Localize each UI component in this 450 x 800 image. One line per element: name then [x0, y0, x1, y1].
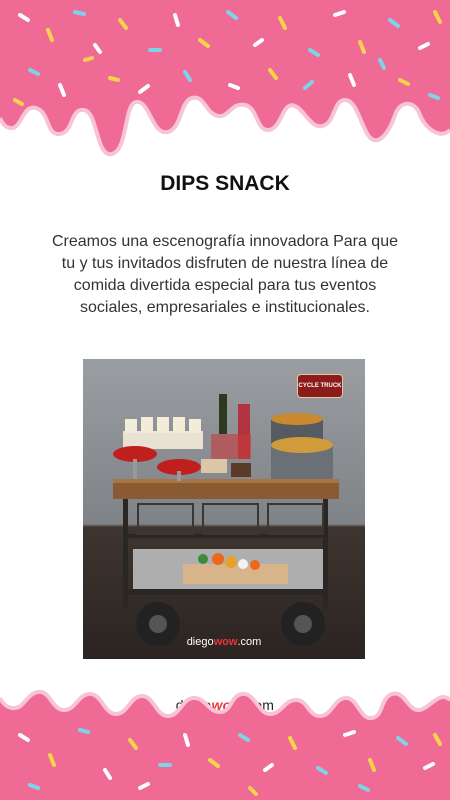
snack-cart-photo: CYCLE TRUCK diegowow.com: [83, 359, 365, 659]
cycle-truck-badge: CYCLE TRUCK: [297, 374, 343, 398]
bottom-frosting-decoration: [0, 689, 450, 800]
top-frosting-decoration: [0, 0, 450, 157]
page-title: DIPS SNACK: [160, 172, 290, 195]
photo-watermark-logo: diegowow.com: [186, 636, 262, 648]
description-text: Creamos una escenografía innovadora Para…: [52, 233, 398, 316]
